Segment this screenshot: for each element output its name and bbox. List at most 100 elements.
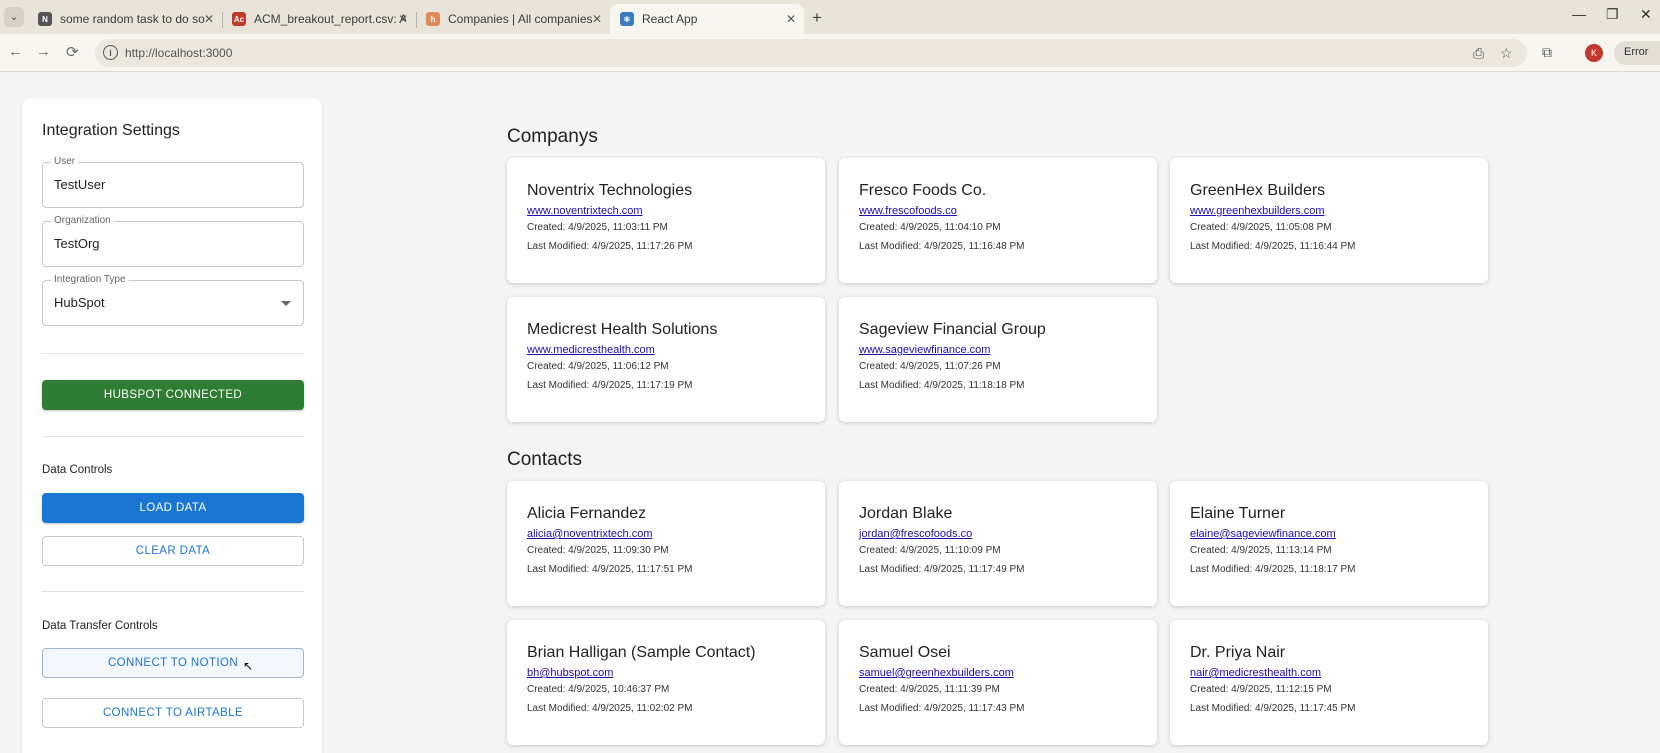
created-timestamp: Created: 4/9/2025, 11:11:39 PM <box>859 684 1000 695</box>
close-tab-icon[interactable]: ✕ <box>592 12 602 26</box>
hubspot-favicon-icon: h <box>426 12 440 26</box>
contact-email-link[interactable]: elaine@sageviewfinance.com <box>1190 528 1336 540</box>
connect-airtable-button[interactable]: CONNECT TO AIRTABLE <box>42 698 304 728</box>
created-timestamp: Created: 4/9/2025, 11:04:10 PM <box>859 222 1001 233</box>
contacts-heading: Contacts <box>507 449 582 470</box>
modified-timestamp: Last Modified: 4/9/2025, 11:17:51 PM <box>527 564 693 575</box>
modified-timestamp: Last Modified: 4/9/2025, 11:18:18 PM <box>859 380 1025 391</box>
company-card: Fresco Foods Co. www.frescofoods.co Crea… <box>839 158 1157 283</box>
integration-settings-panel: Integration Settings User TestUser Organ… <box>22 98 322 753</box>
panel-title: Integration Settings <box>42 122 180 139</box>
contact-email-link[interactable]: alicia@noventrixtech.com <box>527 528 653 540</box>
company-website-link[interactable]: www.noventrixtech.com <box>527 205 643 217</box>
modified-timestamp: Last Modified: 4/9/2025, 11:18:17 PM <box>1190 564 1356 575</box>
restore-window-icon[interactable]: ❐ <box>1606 6 1619 23</box>
close-tab-icon[interactable]: ✕ <box>786 12 796 26</box>
modified-timestamp: Last Modified: 4/9/2025, 11:17:26 PM <box>527 241 693 252</box>
browser-tab-acm-report[interactable]: Ac ACM_breakout_report.csv: ACM ✕ <box>222 4 416 34</box>
browser-tab-react-app[interactable]: ⚛ React App ✕ <box>610 4 804 34</box>
error-menu-chip[interactable]: Error <box>1614 41 1660 65</box>
modified-timestamp: Last Modified: 4/9/2025, 11:17:19 PM <box>527 380 693 391</box>
browser-tab-bar: ⌄ N some random task to do so ✕ Ac ACM_b… <box>0 0 1660 34</box>
company-website-link[interactable]: www.frescofoods.co <box>859 205 957 217</box>
contact-name: Alicia Fernandez <box>527 505 647 522</box>
company-website-link[interactable]: www.medicresthealth.com <box>527 344 655 356</box>
contact-email-link[interactable]: samuel@greenhexbuilders.com <box>859 667 1014 679</box>
created-timestamp: Created: 4/9/2025, 11:05:08 PM <box>1190 222 1332 233</box>
browser-tab-notion[interactable]: N some random task to do so ✕ <box>28 4 222 34</box>
close-tab-icon[interactable]: ✕ <box>204 12 214 26</box>
data-controls-heading: Data Controls <box>42 464 113 476</box>
modified-timestamp: Last Modified: 4/9/2025, 11:16:44 PM <box>1190 241 1356 252</box>
close-tab-icon[interactable]: ✕ <box>398 12 408 26</box>
tab-title: ACM_breakout_report.csv: ACM <box>254 12 406 26</box>
tab-search-chevron-icon[interactable]: ⌄ <box>4 7 24 27</box>
contact-email-link[interactable]: jordan@frescofoods.co <box>859 528 972 540</box>
contact-card: Samuel Osei samuel@greenhexbuilders.com … <box>839 620 1157 745</box>
company-name: Sageview Financial Group <box>859 321 1046 338</box>
integration-type-select[interactable]: Integration Type HubSpot <box>42 274 304 326</box>
address-url[interactable]: http://localhost:3000 <box>125 46 232 60</box>
react-favicon-icon: ⚛ <box>620 12 634 26</box>
contact-card: Alicia Fernandez alicia@noventrixtech.co… <box>507 481 825 606</box>
hubspot-connected-button[interactable]: HUBSPOT CONNECTED <box>42 380 304 410</box>
created-timestamp: Created: 4/9/2025, 11:06:12 PM <box>527 361 669 372</box>
site-info-icon[interactable]: i <box>103 45 118 60</box>
close-window-icon[interactable]: ✕ <box>1640 6 1652 23</box>
modified-timestamp: Last Modified: 4/9/2025, 11:17:43 PM <box>859 703 1025 714</box>
modified-timestamp: Last Modified: 4/9/2025, 11:02:02 PM <box>527 703 693 714</box>
reload-icon[interactable]: ⟳ <box>66 43 79 61</box>
company-website-link[interactable]: www.greenhexbuilders.com <box>1190 205 1325 217</box>
user-field[interactable]: User TestUser <box>42 156 304 208</box>
back-arrow-icon[interactable]: ← <box>8 43 23 60</box>
connect-notion-button[interactable]: CONNECT TO NOTION <box>42 648 304 678</box>
contact-name: Jordan Blake <box>859 505 953 522</box>
integration-type-label: Integration Type <box>51 274 129 285</box>
tab-title: some random task to do so <box>60 12 205 26</box>
created-timestamp: Created: 4/9/2025, 11:07:26 PM <box>859 361 1001 372</box>
companies-heading: Companys <box>507 126 598 147</box>
company-name: Fresco Foods Co. <box>859 182 987 199</box>
error-label: Error <box>1624 46 1649 58</box>
dropdown-caret-icon[interactable] <box>281 301 291 306</box>
browser-tab-companies[interactable]: h Companies | All companies ✕ <box>416 4 610 34</box>
company-website-link[interactable]: www.sageviewfinance.com <box>859 344 990 356</box>
minimize-window-icon[interactable]: — <box>1572 6 1586 22</box>
contact-name: Elaine Turner <box>1190 505 1286 522</box>
contact-email-link[interactable]: bh@hubspot.com <box>527 667 613 679</box>
extensions-puzzle-icon[interactable]: ⧉ <box>1542 44 1552 61</box>
integration-type-value[interactable]: HubSpot <box>54 295 105 310</box>
contact-name: Dr. Priya Nair <box>1190 644 1286 661</box>
created-timestamp: Created: 4/9/2025, 11:10:09 PM <box>859 545 1001 556</box>
company-name: Medicrest Health Solutions <box>527 321 718 338</box>
new-tab-plus-icon[interactable]: + <box>812 8 822 28</box>
organization-field-value[interactable]: TestOrg <box>54 236 100 251</box>
divider <box>42 436 304 437</box>
mouse-cursor-icon: ↖ <box>243 659 254 673</box>
tab-title: Companies | All companies <box>448 12 593 26</box>
contact-card: Brian Halligan (Sample Contact) bh@hubsp… <box>507 620 825 745</box>
created-timestamp: Created: 4/9/2025, 11:09:30 PM <box>527 545 669 556</box>
data-transfer-heading: Data Transfer Controls <box>42 620 158 632</box>
company-card: Medicrest Health Solutions www.medicrest… <box>507 297 825 422</box>
created-timestamp: Created: 4/9/2025, 11:12:15 PM <box>1190 684 1332 695</box>
organization-field[interactable]: Organization TestOrg <box>42 215 304 267</box>
contact-email-link[interactable]: nair@medicresthealth.com <box>1190 667 1321 679</box>
profile-avatar[interactable]: K <box>1585 44 1603 62</box>
company-name: GreenHex Builders <box>1190 182 1326 199</box>
user-field-value[interactable]: TestUser <box>54 177 105 192</box>
company-card: Noventrix Technologies www.noventrixtech… <box>507 158 825 283</box>
contact-card: Elaine Turner elaine@sageviewfinance.com… <box>1170 481 1488 606</box>
browser-toolbar: ← → ⟳ i http://localhost:3000 ⎙ ☆ ⧉ K Er… <box>0 34 1660 72</box>
load-data-button[interactable]: LOAD DATA <box>42 493 304 523</box>
company-name: Noventrix Technologies <box>527 182 693 199</box>
company-card: GreenHex Builders www.greenhexbuilders.c… <box>1170 158 1488 283</box>
forward-arrow-icon[interactable]: → <box>36 43 51 60</box>
user-field-label: User <box>51 156 79 167</box>
acrobat-favicon-icon: Ac <box>232 12 246 26</box>
install-app-icon[interactable]: ⎙ <box>1473 45 1484 62</box>
address-bar[interactable]: i http://localhost:3000 ⎙ ☆ <box>95 39 1527 67</box>
clear-data-button[interactable]: CLEAR DATA <box>42 536 304 566</box>
bookmark-star-icon[interactable]: ☆ <box>1500 45 1513 62</box>
contact-card: Dr. Priya Nair nair@medicresthealth.com … <box>1170 620 1488 745</box>
